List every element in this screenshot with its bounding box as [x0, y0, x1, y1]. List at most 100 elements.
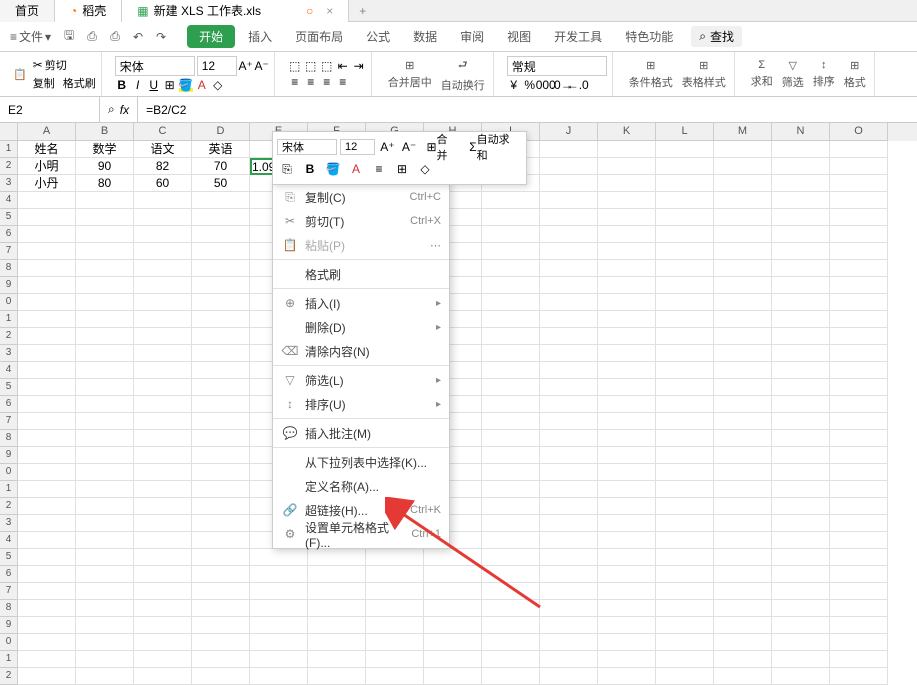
cell[interactable]: [18, 651, 76, 668]
cell[interactable]: [540, 226, 598, 243]
mini-font-select[interactable]: [277, 139, 337, 155]
cell[interactable]: [76, 515, 134, 532]
menu-format-painter[interactable]: 格式刷: [273, 262, 449, 286]
cell[interactable]: 语文: [134, 141, 192, 158]
row-header[interactable]: 1: [0, 651, 18, 668]
row-header[interactable]: 0: [0, 464, 18, 481]
row-header[interactable]: 7: [0, 583, 18, 600]
cell[interactable]: [482, 668, 540, 685]
cell[interactable]: [598, 617, 656, 634]
cell[interactable]: [76, 311, 134, 328]
mini-size-select[interactable]: [340, 139, 375, 155]
row-header[interactable]: 4: [0, 362, 18, 379]
cell[interactable]: [424, 600, 482, 617]
cell[interactable]: [18, 430, 76, 447]
cell[interactable]: [656, 464, 714, 481]
cell[interactable]: [830, 668, 888, 685]
cell[interactable]: [18, 328, 76, 345]
cell[interactable]: [656, 311, 714, 328]
cell[interactable]: [830, 379, 888, 396]
cell[interactable]: [76, 413, 134, 430]
cell[interactable]: [598, 651, 656, 668]
undo-icon[interactable]: ↶: [128, 27, 148, 47]
cell[interactable]: 82: [134, 158, 192, 175]
cell[interactable]: [18, 277, 76, 294]
cell[interactable]: [830, 430, 888, 447]
mini-decrease-font-icon[interactable]: A⁻: [400, 137, 419, 157]
cell[interactable]: 数学: [76, 141, 134, 158]
menu-insert[interactable]: ⊕插入(I)▸: [273, 291, 449, 315]
cell[interactable]: [714, 294, 772, 311]
cell[interactable]: [76, 362, 134, 379]
cell[interactable]: [598, 379, 656, 396]
cell[interactable]: [192, 328, 250, 345]
cell[interactable]: [482, 447, 540, 464]
cell[interactable]: [192, 532, 250, 549]
cell[interactable]: [134, 226, 192, 243]
cell[interactable]: [830, 600, 888, 617]
cell[interactable]: [656, 277, 714, 294]
row-header[interactable]: 5: [0, 379, 18, 396]
cell[interactable]: [540, 651, 598, 668]
cell[interactable]: [192, 345, 250, 362]
cell[interactable]: [598, 668, 656, 685]
cell[interactable]: [76, 396, 134, 413]
align-left-icon[interactable]: ≡: [288, 75, 302, 89]
cell[interactable]: [134, 600, 192, 617]
cell[interactable]: [714, 345, 772, 362]
cell[interactable]: [540, 277, 598, 294]
search-box[interactable]: ⌕ 查找: [691, 26, 742, 47]
cell[interactable]: [76, 600, 134, 617]
cell[interactable]: [18, 617, 76, 634]
size-select[interactable]: [197, 56, 237, 76]
cell[interactable]: [192, 362, 250, 379]
cell[interactable]: [134, 294, 192, 311]
cell[interactable]: [134, 396, 192, 413]
cell[interactable]: [192, 515, 250, 532]
cell[interactable]: [134, 498, 192, 515]
format-button[interactable]: ⊞格式: [841, 57, 869, 92]
cell[interactable]: [192, 379, 250, 396]
row-header[interactable]: 6: [0, 396, 18, 413]
cell[interactable]: [76, 481, 134, 498]
cell[interactable]: [76, 294, 134, 311]
cell[interactable]: [772, 464, 830, 481]
cell[interactable]: [772, 345, 830, 362]
ribbon-tab-view[interactable]: 视图: [497, 25, 541, 48]
row-header[interactable]: 2: [0, 498, 18, 515]
paste-button[interactable]: 📋: [10, 66, 30, 83]
cell[interactable]: [772, 328, 830, 345]
cell[interactable]: [482, 226, 540, 243]
cell[interactable]: 小明: [18, 158, 76, 175]
cell[interactable]: 50: [192, 175, 250, 192]
cell[interactable]: [714, 311, 772, 328]
cell[interactable]: [76, 668, 134, 685]
cell[interactable]: [830, 464, 888, 481]
cell[interactable]: [308, 668, 366, 685]
cell[interactable]: [830, 345, 888, 362]
cell[interactable]: [540, 243, 598, 260]
cell[interactable]: [134, 328, 192, 345]
cell[interactable]: [18, 566, 76, 583]
cell[interactable]: [134, 209, 192, 226]
ribbon-tab-dev[interactable]: 开发工具: [544, 25, 612, 48]
cell[interactable]: [714, 617, 772, 634]
cell[interactable]: [76, 243, 134, 260]
ribbon-tab-special[interactable]: 特色功能: [615, 25, 683, 48]
cell[interactable]: [424, 549, 482, 566]
cell[interactable]: [134, 617, 192, 634]
row-header[interactable]: 0: [0, 634, 18, 651]
cell[interactable]: [598, 192, 656, 209]
cell[interactable]: [134, 532, 192, 549]
cell[interactable]: [656, 549, 714, 566]
cell[interactable]: [424, 583, 482, 600]
cell[interactable]: [308, 617, 366, 634]
cell[interactable]: [772, 311, 830, 328]
tab-workbook[interactable]: ▦ 新建 XLS 工作表.xls ○ ×: [122, 0, 349, 22]
cell[interactable]: [134, 345, 192, 362]
cell[interactable]: [830, 311, 888, 328]
cell[interactable]: [482, 192, 540, 209]
cell[interactable]: [192, 668, 250, 685]
font-color-icon[interactable]: A: [195, 78, 209, 92]
cell[interactable]: [772, 447, 830, 464]
